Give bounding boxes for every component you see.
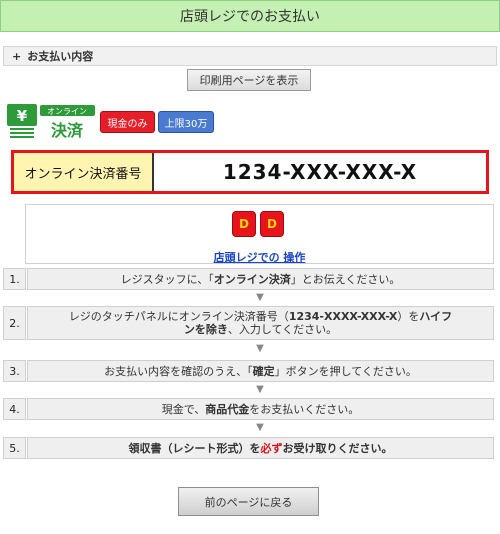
cash-only-badge: 現金のみ <box>100 111 155 133</box>
step-4: 4. 現金で、商品代金をお支払いください。 <box>3 398 494 420</box>
down-arrow-icon: ▼ <box>256 292 264 303</box>
step-text: レジスタッフに、「オンライン決済」とお伝えください。 <box>27 268 494 290</box>
step-text: 領収書（レシート形式）を必ずお受け取りください。 <box>27 437 494 459</box>
logo-big-text: 決済 <box>51 121 84 140</box>
step-number: 5. <box>3 437 26 459</box>
page-header: 店頭レジでのお支払い <box>0 0 500 32</box>
store-operation-link[interactable]: 店頭レジでの 操作 <box>26 249 493 265</box>
step-3: 3. お支払い内容を確認のうえ、「確定」ボタンを押してください。 <box>3 360 494 382</box>
step-number: 3. <box>3 360 26 382</box>
step-5: 5. 領収書（レシート形式）を必ずお受け取りください。 <box>3 437 494 459</box>
step-text: 現金で、商品代金をお支払いください。 <box>27 398 494 420</box>
down-arrow-icon: ▼ <box>256 422 264 433</box>
step-number: 2. <box>3 306 26 340</box>
logo-small-text: オンライン <box>47 107 87 116</box>
down-arrow-icon: ▼ <box>256 384 264 395</box>
svg-text:¥: ¥ <box>17 107 28 125</box>
payment-number-value: 1234-XXX-XXX-X <box>222 160 418 184</box>
down-arrow-icon: ▼ <box>256 343 264 354</box>
step-1: 1. レジスタッフに、「オンライン決済」とお伝えください。 <box>3 268 494 290</box>
step-text: レジのタッチパネルにオンライン決済番号（1234-XXXX-XXX-X）をハイフ… <box>27 306 494 340</box>
payment-details-toggle[interactable]: + お支払い内容 <box>3 46 497 66</box>
store-operation-panel: D D 店頭レジでの 操作 <box>25 204 494 264</box>
print-page-button[interactable]: 印刷用ページを表示 <box>187 69 311 91</box>
daily-store-icon: D <box>232 211 256 237</box>
payment-number-box: オンライン決済番号 1234-XXX-XXX-X <box>11 150 489 194</box>
yamazaki-store-icon: D <box>260 211 284 237</box>
back-button[interactable]: 前のページに戻る <box>178 487 319 516</box>
limit-badge: 上限30万 <box>158 111 214 133</box>
section-label: お支払い内容 <box>27 50 94 63</box>
plus-icon: + <box>12 49 22 63</box>
step-number: 1. <box>3 268 26 290</box>
step-2: 2. レジのタッチパネルにオンライン決済番号（1234-XXXX-XXX-X）を… <box>3 306 494 340</box>
online-payment-logo: ¥ オンライン 決済 <box>7 103 97 141</box>
step-text: お支払い内容を確認のうえ、「確定」ボタンを押してください。 <box>27 360 494 382</box>
page-title: 店頭レジでのお支払い <box>180 9 320 25</box>
step-number: 4. <box>3 398 26 420</box>
payment-number-label: オンライン決済番号 <box>14 153 154 191</box>
